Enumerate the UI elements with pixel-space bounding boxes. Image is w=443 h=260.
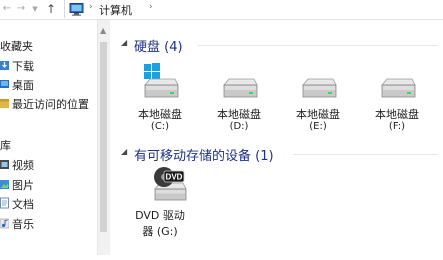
group-divider <box>198 45 438 46</box>
group-divider <box>293 154 438 155</box>
drive-letter: (D:) <box>229 121 249 132</box>
hard-drive-icon <box>223 78 258 98</box>
drive-name: 本地磁盘 <box>217 108 261 121</box>
group-header-removable-storage[interactable]: ◢ 有可移动存储的设备 (1) <box>110 142 443 164</box>
scrollbar-thumb[interactable] <box>100 42 107 232</box>
pictures-library-icon <box>0 180 9 189</box>
drive-letter: (C:) <box>150 121 170 132</box>
drive-g-dvd[interactable]: DVD DVD 驱动 器 (G:) <box>130 165 210 260</box>
computer-icon <box>69 3 84 16</box>
breadcrumb-computer[interactable]: 计算机 <box>99 2 132 18</box>
nav-item-label: 桌面 <box>12 79 34 92</box>
nav-item-label: 最近访问的位置 <box>12 98 89 111</box>
nav-item-music[interactable]: 音乐 <box>0 214 97 232</box>
drive-name-line-1: DVD 驱动 <box>135 209 185 222</box>
nav-item-videos[interactable]: 视频 <box>0 155 97 173</box>
dvd-badge-label: DVD <box>166 173 183 182</box>
recent-locations-chevron-icon[interactable]: ▼ <box>29 0 41 18</box>
music-library-icon <box>0 218 9 229</box>
favorites-heading[interactable]: 收藏夹 <box>0 38 33 54</box>
desktop-folder-icon <box>0 80 9 88</box>
address-box[interactable]: › 计算机 › <box>64 0 443 18</box>
content-pane: ◢ 硬盘 (4) 本地磁盘 (C:) 本地磁盘 (D:) 本地磁盘 (E:) 本… <box>110 20 443 255</box>
libraries-heading[interactable]: 库 <box>0 137 11 153</box>
system-drive-icon <box>144 63 179 98</box>
drive-letter: (E:) <box>309 121 327 132</box>
nav-item-downloads[interactable]: 下载 <box>0 56 97 74</box>
nav-item-pictures[interactable]: 图片 <box>0 175 97 193</box>
nav-item-label: 文档 <box>12 198 34 211</box>
recent-places-icon <box>0 99 9 108</box>
nav-item-documents[interactable]: 文档 <box>0 194 97 212</box>
nav-item-label: 音乐 <box>12 218 34 231</box>
navigation-pane: 收藏夹 下载 桌面 最近访问的位置 库 视频 图片 文档 音乐 <box>0 20 97 255</box>
breadcrumb-separator-icon[interactable]: › <box>149 2 153 12</box>
drive-name: 本地磁盘 <box>296 108 340 121</box>
drive-name: 本地磁盘 <box>375 108 419 121</box>
hard-drive-icon <box>381 78 416 98</box>
navigation-scrollbar[interactable]: ▲ <box>97 20 110 255</box>
drive-name: 本地磁盘 <box>138 108 182 121</box>
nav-item-label: 图片 <box>12 179 34 192</box>
breadcrumb-separator-icon[interactable]: › <box>89 2 93 12</box>
drive-f[interactable]: 本地磁盘 (F:) <box>362 63 432 143</box>
drive-e[interactable]: 本地磁盘 (E:) <box>283 63 353 143</box>
nav-item-recent-places[interactable]: 最近访问的位置 <box>0 94 97 112</box>
videos-library-icon <box>0 160 9 169</box>
drive-d[interactable]: 本地磁盘 (D:) <box>204 63 274 143</box>
nav-item-label: 下载 <box>12 60 34 73</box>
download-folder-icon <box>0 61 9 70</box>
drive-c[interactable]: 本地磁盘 (C:) <box>125 63 195 143</box>
address-bar: ← → ▼ ↑ › 计算机 › <box>0 0 443 20</box>
collapse-chevron-icon[interactable]: ◢ <box>121 38 127 47</box>
group-header-hard-disks[interactable]: ◢ 硬盘 (4) <box>110 33 443 55</box>
drive-name: DVD 驱动 器 (G:) <box>130 208 190 240</box>
hard-drive-icon <box>302 78 337 98</box>
group-title: 硬盘 (4) <box>134 40 183 55</box>
collapse-chevron-icon[interactable]: ◢ <box>121 147 127 156</box>
group-title: 有可移动存储的设备 (1) <box>134 149 274 164</box>
drive-letter: (F:) <box>388 121 406 132</box>
up-arrow-icon[interactable]: ↑ <box>44 0 58 18</box>
nav-item-label: 视频 <box>12 159 34 172</box>
dvd-drive-icon: DVD <box>154 167 187 201</box>
nav-item-desktop[interactable]: 桌面 <box>0 75 97 93</box>
documents-library-icon <box>0 197 9 209</box>
forward-arrow-icon[interactable]: → <box>14 0 28 18</box>
back-arrow-icon[interactable]: ← <box>0 0 14 18</box>
drive-name-line-2: 器 (G:) <box>142 225 178 238</box>
scroll-up-arrow-icon[interactable]: ▲ <box>100 26 106 35</box>
